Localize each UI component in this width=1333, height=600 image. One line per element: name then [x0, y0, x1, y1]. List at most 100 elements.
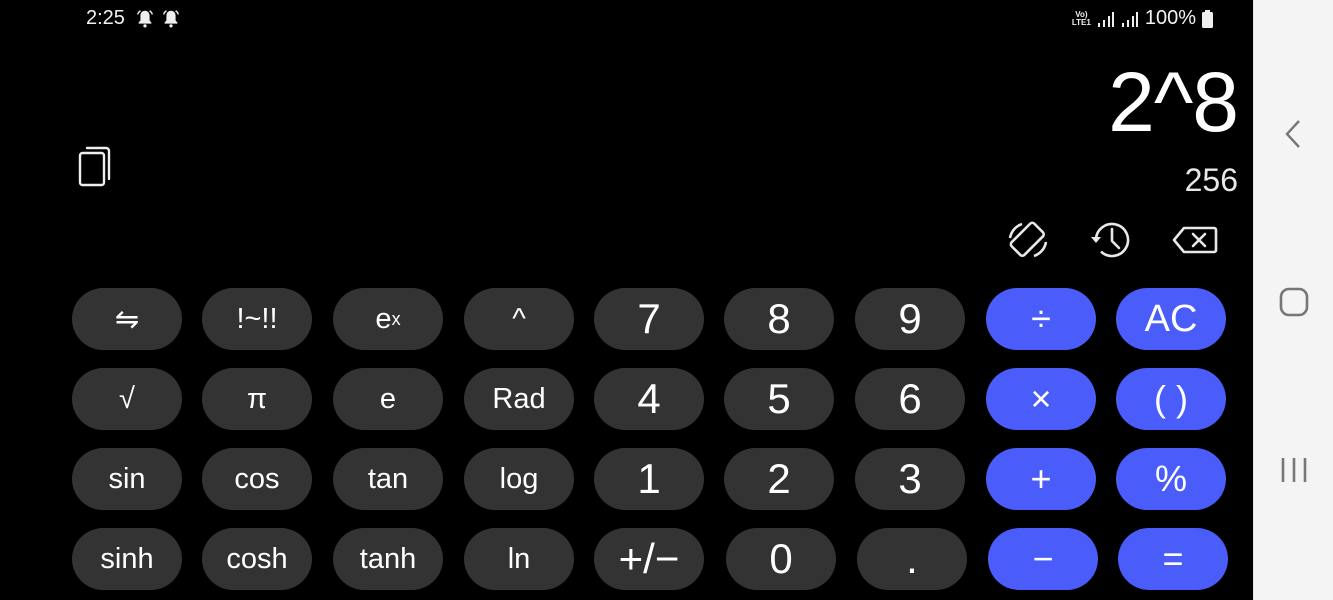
- digit-5-button[interactable]: 5: [724, 368, 834, 430]
- key-superscript: x: [391, 308, 401, 329]
- digit-7-button[interactable]: 7: [594, 288, 704, 350]
- key-label: !~!!: [236, 302, 278, 335]
- negate-button[interactable]: +/−: [594, 528, 704, 590]
- cos-button[interactable]: cos: [202, 448, 312, 510]
- key-label: ( ): [1154, 378, 1188, 419]
- backspace-icon: [1172, 226, 1218, 254]
- rad-button[interactable]: Rad: [464, 368, 574, 430]
- result-preview: 256: [1184, 162, 1238, 198]
- digit-6-button[interactable]: 6: [855, 368, 965, 430]
- key-label: −: [1032, 538, 1054, 579]
- bell-icon: [162, 10, 180, 28]
- history-icon: [1091, 222, 1130, 258]
- key-label: √: [119, 382, 135, 415]
- digit-0-button[interactable]: 0: [726, 528, 836, 590]
- expression-display[interactable]: 2^8: [1108, 52, 1239, 152]
- sqrt-button[interactable]: √: [72, 368, 182, 430]
- key-label: e: [375, 302, 392, 335]
- digit-3-button[interactable]: 3: [855, 448, 965, 510]
- exp-button[interactable]: ex: [333, 288, 443, 350]
- rotate-screen-button[interactable]: [1003, 215, 1053, 265]
- status-right: Vo) LTE1 100%: [1072, 7, 1213, 30]
- navigation-bar: [1253, 0, 1333, 600]
- key-label: %: [1154, 458, 1187, 499]
- key-label: .: [906, 535, 918, 582]
- digit-4-button[interactable]: 4: [594, 368, 704, 430]
- tan-button[interactable]: tan: [333, 448, 443, 510]
- key-label: sinh: [100, 542, 154, 575]
- signal-icon: [1121, 11, 1138, 27]
- bell-icon: [136, 10, 154, 28]
- parentheses-button[interactable]: ( ): [1116, 368, 1226, 430]
- digit-9-button[interactable]: 9: [855, 288, 965, 350]
- key-label: tan: [367, 462, 409, 495]
- key-label: +: [1030, 458, 1052, 499]
- key-label: =: [1162, 538, 1184, 579]
- key-label: AC: [1144, 297, 1198, 340]
- sin-button[interactable]: sin: [72, 448, 182, 510]
- key-label: 5: [767, 375, 791, 422]
- status-time: 2:25: [86, 7, 125, 29]
- subtract-button[interactable]: −: [988, 528, 1098, 590]
- clear-button[interactable]: AC: [1116, 288, 1226, 350]
- home-button[interactable]: [1276, 284, 1312, 320]
- power-button[interactable]: ^: [464, 288, 574, 350]
- log-button[interactable]: log: [464, 448, 574, 510]
- sinh-button[interactable]: sinh: [72, 528, 182, 590]
- volte-icon: Vo) LTE1: [1071, 9, 1091, 27]
- key-label: Rad: [492, 382, 546, 415]
- battery-icon: [1202, 9, 1213, 28]
- status-bar: 2:25 Vo) LTE1 100%: [0, 0, 1253, 38]
- key-label: ×: [1030, 378, 1052, 419]
- battery-percent: 100%: [1144, 7, 1196, 29]
- copy-button[interactable]: [76, 143, 116, 189]
- factorial-button[interactable]: !~!!: [202, 288, 312, 350]
- key-label: cos: [234, 462, 280, 495]
- key-label: e: [379, 382, 397, 415]
- recents-button[interactable]: [1276, 452, 1312, 488]
- copy-icon: [78, 146, 111, 187]
- add-button[interactable]: +: [986, 448, 1096, 510]
- key-label: log: [499, 462, 539, 495]
- decimal-button[interactable]: .: [857, 528, 967, 590]
- rotate-screen-icon: [1008, 221, 1048, 258]
- notification-icons: [134, 8, 182, 30]
- key-label: π: [246, 382, 267, 415]
- pi-button[interactable]: π: [202, 368, 312, 430]
- digit-1-button[interactable]: 1: [594, 448, 704, 510]
- home-icon: [1279, 287, 1309, 317]
- ln-button[interactable]: ln: [464, 528, 574, 590]
- key-label: ln: [507, 542, 531, 575]
- backspace-button[interactable]: [1170, 215, 1220, 265]
- back-button[interactable]: [1276, 116, 1312, 152]
- key-label: 6: [898, 375, 922, 422]
- key-label: +/−: [618, 535, 680, 582]
- cosh-button[interactable]: cosh: [202, 528, 312, 590]
- key-label: 7: [637, 295, 661, 342]
- key-label: 2: [767, 455, 791, 502]
- recents-icon: [1281, 458, 1307, 482]
- key-label: tanh: [359, 542, 417, 575]
- digit-2-button[interactable]: 2: [724, 448, 834, 510]
- history-button[interactable]: [1086, 215, 1136, 265]
- equals-button[interactable]: =: [1118, 528, 1228, 590]
- multiply-button[interactable]: ×: [986, 368, 1096, 430]
- key-label: ^: [512, 302, 526, 335]
- key-label: ÷: [1031, 298, 1051, 339]
- toggle-functions-button[interactable]: ⇋: [72, 288, 182, 350]
- key-label: 8: [767, 295, 791, 342]
- percent-button[interactable]: %: [1116, 448, 1226, 510]
- key-label: ⇋: [114, 303, 140, 336]
- tanh-button[interactable]: tanh: [333, 528, 443, 590]
- signal-icon: [1097, 11, 1114, 27]
- key-label: 9: [898, 295, 922, 342]
- key-label: 4: [637, 375, 661, 422]
- divide-button[interactable]: ÷: [986, 288, 1096, 350]
- key-label: 1: [637, 455, 661, 502]
- key-label: 3: [898, 455, 922, 502]
- euler-button[interactable]: e: [333, 368, 443, 430]
- key-label: cosh: [226, 542, 288, 575]
- key-label: 0: [769, 535, 793, 582]
- digit-8-button[interactable]: 8: [724, 288, 834, 350]
- back-icon: [1285, 120, 1300, 148]
